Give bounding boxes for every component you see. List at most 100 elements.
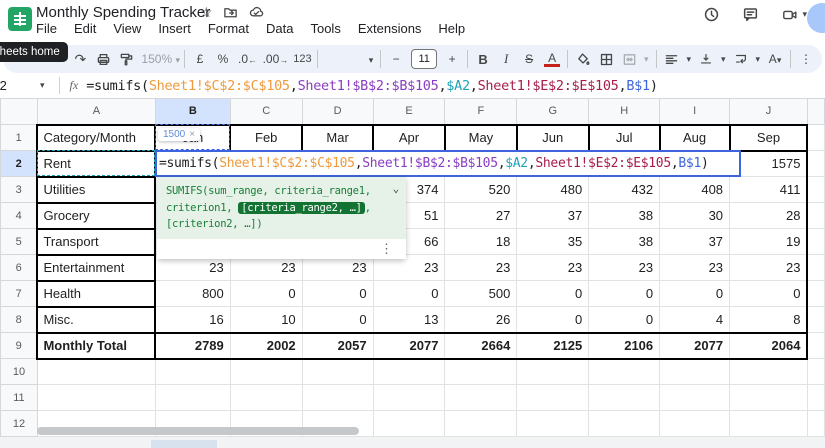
text-color-button[interactable]: A	[544, 52, 560, 67]
cell-A3[interactable]: Utilities	[37, 177, 155, 203]
text-rotation-icon[interactable]: A▾	[767, 52, 783, 66]
font-size-input[interactable]: 11	[411, 49, 437, 69]
menu-item-data[interactable]: Data	[266, 21, 293, 36]
cell-K2[interactable]	[807, 151, 824, 177]
cell-I6[interactable]: 23	[660, 255, 730, 281]
text-wrap-dropdown-icon[interactable]: ▾	[756, 54, 761, 65]
menu-item-help[interactable]: Help	[438, 21, 465, 36]
cell-G10[interactable]	[517, 359, 589, 385]
select-all-corner[interactable]	[1, 99, 38, 125]
redo-icon[interactable]: ↷	[72, 51, 88, 68]
cell-J5[interactable]: 19	[730, 229, 808, 255]
cell-J4[interactable]: 28	[730, 203, 808, 229]
cell-J6[interactable]: 23	[730, 255, 808, 281]
menu-item-format[interactable]: Format	[208, 21, 249, 36]
increase-font-size-button[interactable]: +	[444, 52, 460, 66]
cell-G1[interactable]: Jun	[517, 125, 589, 151]
cell-J8[interactable]: 8	[730, 307, 808, 333]
cell-F12[interactable]	[445, 411, 517, 437]
cell-B8[interactable]: 16	[155, 307, 230, 333]
cell-J2[interactable]: 1575	[730, 151, 808, 177]
cell-K8[interactable]	[807, 307, 824, 333]
cell-K3[interactable]	[807, 177, 824, 203]
cell-J9[interactable]: 2064	[730, 333, 808, 359]
cell-I12[interactable]	[660, 411, 730, 437]
cell-H12[interactable]	[589, 411, 660, 437]
cell-F11[interactable]	[445, 385, 517, 411]
zoom-select[interactable]: 150% ▾	[141, 52, 177, 66]
menu-item-tools[interactable]: Tools	[310, 21, 340, 36]
cell-D11[interactable]	[302, 385, 373, 411]
cell-A5[interactable]: Transport	[37, 229, 155, 255]
cell-G4[interactable]: 37	[517, 203, 589, 229]
borders-icon[interactable]	[598, 52, 614, 67]
cell-K11[interactable]	[807, 385, 824, 411]
cell-G12[interactable]	[517, 411, 589, 437]
cell-A1[interactable]: Category/Month	[37, 125, 155, 151]
cell-I3[interactable]: 408	[660, 177, 730, 203]
cell-I11[interactable]	[660, 385, 730, 411]
column-header-h[interactable]: H	[589, 99, 660, 125]
cell-H4[interactable]: 38	[589, 203, 660, 229]
menu-item-edit[interactable]: Edit	[74, 21, 96, 36]
cell-A11[interactable]	[37, 385, 155, 411]
font-select[interactable]: ▾	[325, 52, 373, 66]
cell-H8[interactable]: 0	[589, 307, 660, 333]
help-more-icon[interactable]: ⋮	[380, 241, 393, 257]
column-header-b[interactable]: B	[155, 99, 230, 125]
meet-camera-icon[interactable]	[781, 7, 799, 23]
paint-format-icon[interactable]	[118, 52, 134, 67]
cell-D9[interactable]: 2057	[302, 333, 373, 359]
comments-icon[interactable]	[742, 6, 759, 23]
row-header-11[interactable]: 11	[1, 385, 38, 411]
cell-editor-b2[interactable]: =sumifs(Sheet1!$C$2:$C$105,Sheet1!$B$2:$…	[155, 150, 741, 177]
row-header-12[interactable]: 12	[1, 411, 38, 437]
cell-J10[interactable]	[730, 359, 808, 385]
menu-item-file[interactable]: File	[36, 21, 57, 36]
cell-D1[interactable]: Mar	[302, 125, 373, 151]
cell-G9[interactable]: 2125	[517, 333, 589, 359]
cell-H10[interactable]	[589, 359, 660, 385]
cell-D7[interactable]: 0	[302, 281, 373, 307]
column-header-d[interactable]: D	[302, 99, 373, 125]
toolbar-more-icon[interactable]: ⋮	[798, 52, 814, 66]
cell-G11[interactable]	[517, 385, 589, 411]
row-header-5[interactable]: 5	[1, 229, 38, 255]
cell-I1[interactable]: Aug	[660, 125, 730, 151]
row-header-9[interactable]: 9	[1, 333, 38, 359]
row-header-10[interactable]: 10	[1, 359, 38, 385]
text-wrap-icon[interactable]	[733, 52, 749, 66]
cell-F10[interactable]	[445, 359, 517, 385]
row-header-1[interactable]: 1	[1, 125, 38, 151]
cell-F4[interactable]: 27	[445, 203, 517, 229]
row-header-8[interactable]: 8	[1, 307, 38, 333]
cell-K9[interactable]	[807, 333, 824, 359]
name-box[interactable]: B2	[0, 78, 40, 93]
column-header-a[interactable]: A	[37, 99, 155, 125]
cell-K4[interactable]	[807, 203, 824, 229]
cell-K6[interactable]	[807, 255, 824, 281]
chevron-down-icon[interactable]: ⌄	[393, 181, 399, 198]
cell-G6[interactable]: 23	[517, 255, 589, 281]
column-header-g[interactable]: G	[517, 99, 589, 125]
cell-J1[interactable]: Sep	[730, 125, 808, 151]
cell-K7[interactable]	[807, 281, 824, 307]
horizontal-scrollbar[interactable]	[37, 427, 359, 435]
cloud-status-icon[interactable]	[248, 5, 264, 20]
horizontal-align-dropdown-icon[interactable]: ▾	[686, 54, 691, 65]
cell-G8[interactable]: 0	[517, 307, 589, 333]
more-formats-button[interactable]: 123	[293, 53, 310, 65]
bold-button[interactable]: B	[475, 52, 491, 67]
cell-D8[interactable]: 0	[302, 307, 373, 333]
cell-I10[interactable]	[660, 359, 730, 385]
cell-J7[interactable]: 0	[730, 281, 808, 307]
row-header-6[interactable]: 6	[1, 255, 38, 281]
cell-C11[interactable]	[230, 385, 302, 411]
cell-H9[interactable]: 2106	[589, 333, 660, 359]
italic-button[interactable]: I	[498, 51, 514, 67]
cell-B11[interactable]	[155, 385, 230, 411]
cell-F5[interactable]: 18	[445, 229, 517, 255]
column-header-i[interactable]: I	[660, 99, 730, 125]
percent-format-button[interactable]: %	[215, 52, 231, 66]
cell-C1[interactable]: Feb	[230, 125, 302, 151]
